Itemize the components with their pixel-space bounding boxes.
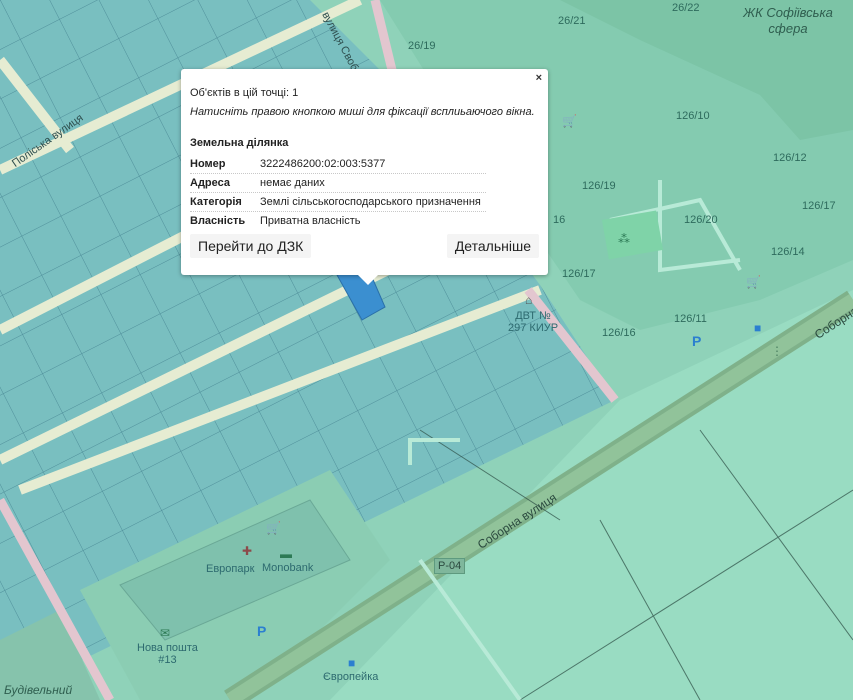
house-number: 16 bbox=[553, 214, 566, 226]
details-button[interactable]: Детальніше bbox=[446, 234, 539, 258]
house-number: 126/12 bbox=[773, 152, 807, 164]
house-number: 126/17 bbox=[562, 268, 596, 280]
tram-depot-icon[interactable]: ⌂ bbox=[525, 294, 532, 306]
go-to-dzk-button[interactable]: Перейти до ДЗК bbox=[190, 234, 312, 258]
shopping-cart-icon[interactable]: 🛒 bbox=[746, 276, 761, 288]
house-number: 126/10 bbox=[676, 110, 710, 122]
parking-icon[interactable]: P bbox=[692, 334, 701, 348]
house-number: 126/16 bbox=[602, 327, 636, 339]
budivelnyi-label: Будівельний bbox=[4, 683, 73, 697]
info-row-number: Номер 3222486200:02:003:5377 bbox=[190, 154, 486, 174]
europark-label: Европарк bbox=[206, 563, 255, 575]
house-number: 26/21 bbox=[558, 15, 586, 27]
house-number: 126/20 bbox=[684, 214, 718, 226]
info-row-category: Категорія Землі сільськогосподарського п… bbox=[190, 192, 486, 212]
europeika-label: Європейка bbox=[323, 671, 379, 683]
nova-poshta-label: Нова пошта #13 bbox=[137, 642, 198, 666]
tram-depot-label: ДВТ № 297 КИУР bbox=[508, 310, 559, 334]
popup-pointer bbox=[357, 274, 379, 285]
bus-stop-icon[interactable]: ■ bbox=[754, 322, 761, 334]
info-row-address: Адреса немає даних bbox=[190, 173, 486, 193]
shopping-cart-icon[interactable]: 🛒 bbox=[562, 115, 577, 127]
pharmacy-icon[interactable]: ✚ bbox=[242, 545, 252, 557]
house-number: 26/22 bbox=[672, 2, 700, 14]
house-number: 126/11 bbox=[674, 313, 707, 325]
info-row-ownership: Власність Приватна власність bbox=[190, 215, 361, 227]
close-icon[interactable]: × bbox=[536, 72, 542, 84]
traffic-light-icon: ⋮ bbox=[771, 344, 783, 358]
house-number: 126/19 bbox=[582, 180, 616, 192]
bank-icon[interactable]: ▬ bbox=[280, 548, 292, 560]
house-number: 126/14 bbox=[771, 246, 805, 258]
parcel-info-popup[interactable]: × Об'єктів в цій точці: 1 Натисніть прав… bbox=[181, 69, 548, 275]
mail-icon[interactable]: ✉ bbox=[160, 627, 170, 639]
parking-icon[interactable]: P bbox=[257, 624, 266, 638]
popup-hint: Натисніть правою кнопкою миші для фіксац… bbox=[190, 106, 535, 118]
playground-icon: ⁂ bbox=[618, 232, 630, 246]
section-title: Земельна ділянка bbox=[190, 137, 289, 149]
shopping-cart-icon[interactable]: 🛒 bbox=[266, 522, 281, 534]
route-badge: P-04 bbox=[434, 558, 466, 574]
bus-stop-icon[interactable]: ■ bbox=[348, 657, 355, 669]
objects-count: Об'єктів в цій точці: 1 bbox=[190, 87, 299, 99]
monobank-label: Monobank bbox=[262, 562, 314, 574]
house-number: 126/17 bbox=[802, 200, 836, 212]
complex-label: ЖК Софіївська сфера bbox=[743, 5, 833, 36]
house-number: 26/19 bbox=[408, 40, 436, 52]
